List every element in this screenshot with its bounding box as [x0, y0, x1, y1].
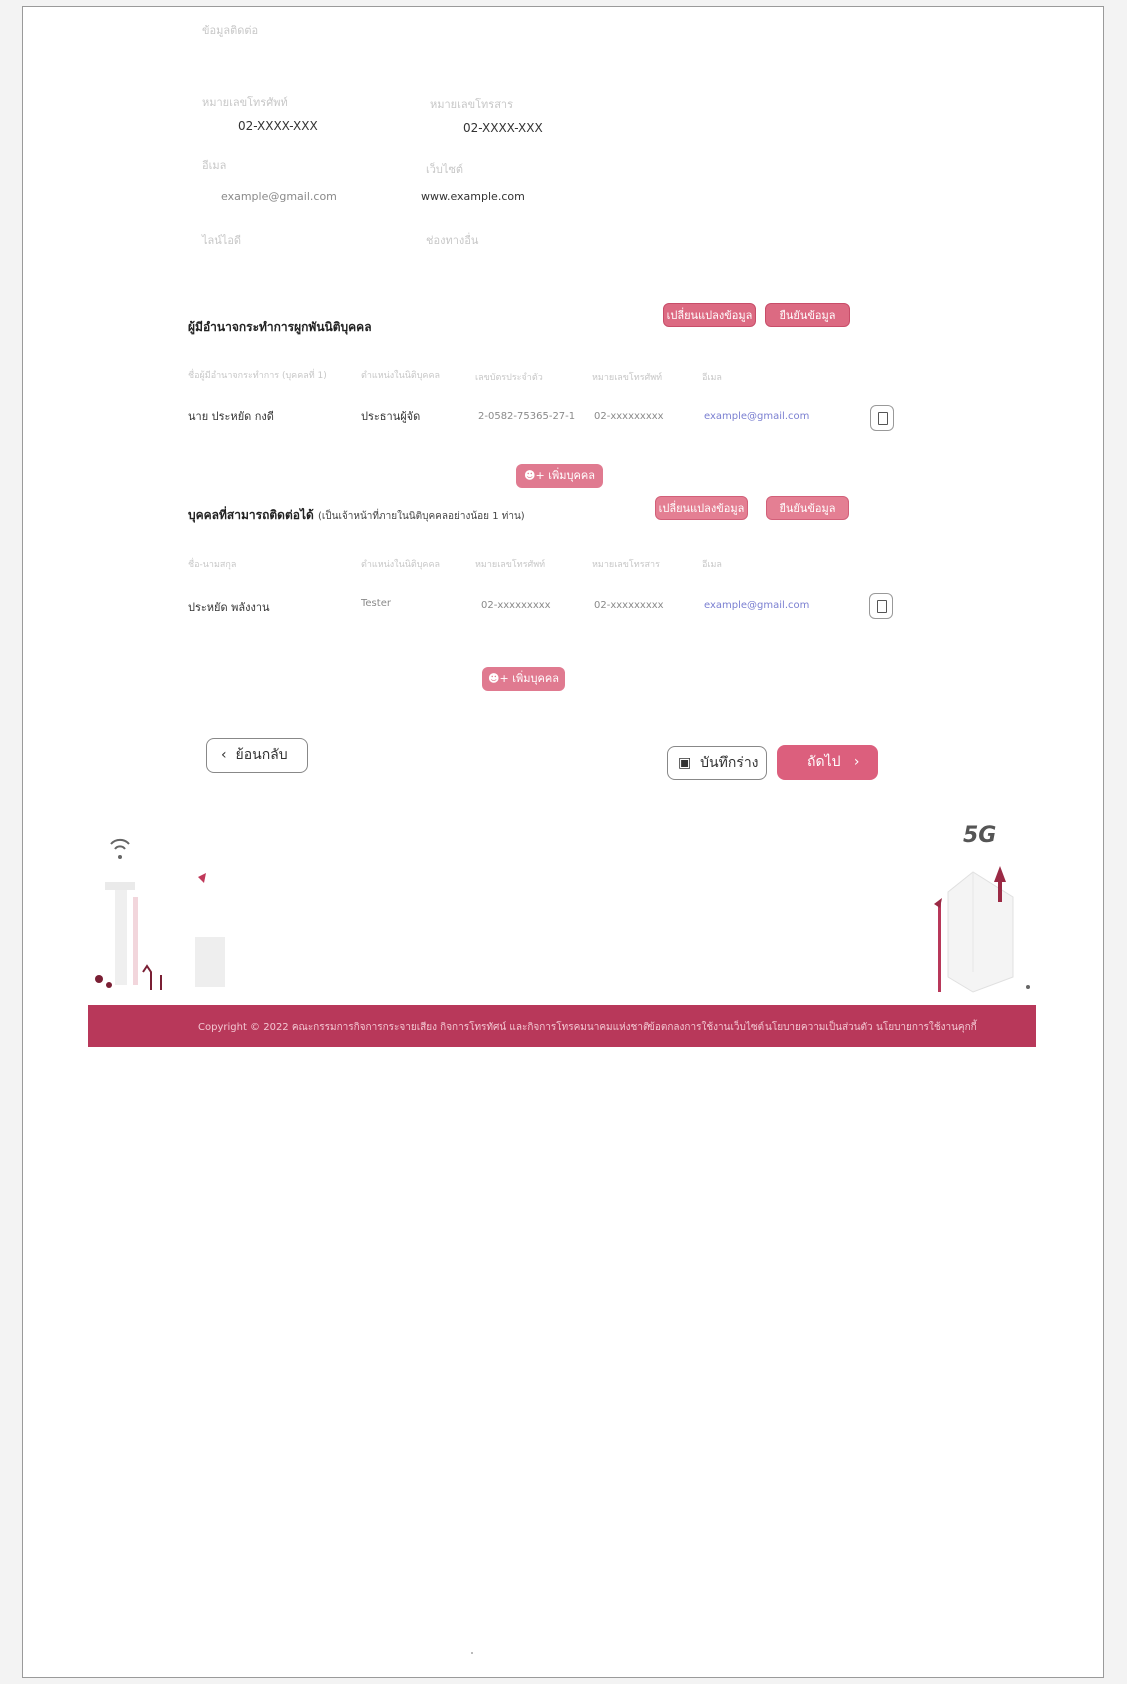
phone-label: หมายเลขโทรศัพท์ [202, 96, 288, 109]
delete-icon[interactable] [870, 405, 894, 431]
website-label: เว็บไซต์ [426, 163, 464, 176]
5g-badge: 5G [963, 823, 996, 848]
table-cell: 02-xxxxxxxxx [481, 600, 551, 611]
table-cell: ประธานผู้จัด [361, 410, 421, 423]
building-illustration: 5G [934, 823, 1030, 993]
phone-value: 02-XXXX-XXX [238, 119, 318, 133]
line-label: ไลน์ไอดี [202, 234, 242, 247]
table-header: หมายเลขโทรศัพท์ [475, 560, 546, 570]
footer-privacy-link[interactable]: นโยบายความเป็นส่วนตัว [765, 1020, 873, 1035]
email-label: อีเมล [202, 159, 227, 172]
back-button[interactable]: ‹ ย้อนกลับ [206, 738, 308, 773]
table-header: หมายเลขโทรสาร [592, 560, 660, 570]
website-value: www.example.com [421, 190, 525, 203]
other-label: ช่องทางอื่น [426, 234, 479, 247]
table-header: หมายเลขโทรศัพท์ [592, 373, 663, 383]
table-header: ตำแหน่งในนิติบุคคล [361, 560, 440, 570]
add-user-icon: ☻+ [488, 672, 513, 685]
next-button[interactable]: ถัดไป › [777, 745, 878, 780]
footer-terms-link[interactable]: ข้อตกลงการใช้งานเว็บไซต์ [648, 1020, 764, 1035]
table-header: ตำแหน่งในนิติบุคคล [361, 371, 440, 381]
table-header: ชื่อผู้มีอำนาจกระทำการ (บุคคลที่ 1) [188, 371, 327, 381]
email-value: example@gmail.com [221, 190, 337, 203]
authorized-confirm-button[interactable]: ยืนยันข้อมูล [765, 303, 850, 327]
page-dot [471, 1652, 473, 1654]
table-cell: ประหยัด พลังงาน [188, 601, 270, 614]
table-cell: example@gmail.com [704, 600, 810, 611]
table-header: อีเมล [702, 560, 722, 570]
table-cell: 02-xxxxxxxxx [594, 600, 664, 611]
add-contact-button[interactable]: ☻+ เพิ่มบุคคล [482, 667, 565, 691]
table-cell: 2-0582-75365-27-1 [478, 411, 576, 422]
footer-copyright: Copyright © 2022 คณะกรรมการกิจการกระจายเ… [198, 1022, 650, 1033]
table-cell: นาย ประหยัด กงดี [188, 410, 274, 423]
fax-label: หมายเลขโทรสาร [430, 98, 514, 111]
save-icon: ▣ [678, 755, 692, 771]
table-header: เลขบัตรประจำตัว [475, 373, 543, 383]
document-sheet: ข้อมูลติดต่อ หมายเลขโทรศัพท์ 02-XXXX-XXX… [22, 6, 1104, 1678]
add-user-icon: ☻+ [524, 469, 549, 482]
add-authorized-button[interactable]: ☻+ เพิ่มบุคคล [516, 464, 603, 488]
contact-section-label: ข้อมูลติดต่อ [202, 24, 259, 37]
contacts-confirm-button[interactable]: ยืนยันข้อมูล [766, 496, 849, 520]
contacts-change-button[interactable]: เปลี่ยนแปลงข้อมูล [655, 496, 748, 520]
table-header: อีเมล [702, 373, 722, 383]
chevron-right-icon: › [853, 754, 860, 770]
authorized-title: ผู้มีอำนาจกระทำการผูกพันนิติบุคคล [188, 320, 372, 334]
authorized-change-button[interactable]: เปลี่ยนแปลงข้อมูล [663, 303, 756, 327]
tower-illustration [95, 838, 225, 990]
table-cell: Tester [361, 598, 391, 609]
table-cell: 02-xxxxxxxxx [594, 411, 664, 422]
fax-value: 02-XXXX-XXX [463, 121, 543, 135]
footer-cookie-link[interactable]: นโยบายการใช้งานคุกกี้ [876, 1020, 977, 1035]
delete-icon[interactable] [869, 593, 893, 619]
table-cell: example@gmail.com [704, 411, 810, 422]
contacts-title: บุคคลที่สามารถติดต่อได้ (เป็นเจ้าหน้าที่… [188, 508, 525, 522]
chevron-left-icon: ‹ [221, 747, 227, 763]
table-header: ชื่อ-นามสกุล [188, 560, 237, 570]
save-draft-button[interactable]: ▣ บันทึกร่าง [667, 746, 767, 780]
footer-bar: Copyright © 2022 คณะกรรมการกิจการกระจายเ… [88, 1005, 1036, 1047]
